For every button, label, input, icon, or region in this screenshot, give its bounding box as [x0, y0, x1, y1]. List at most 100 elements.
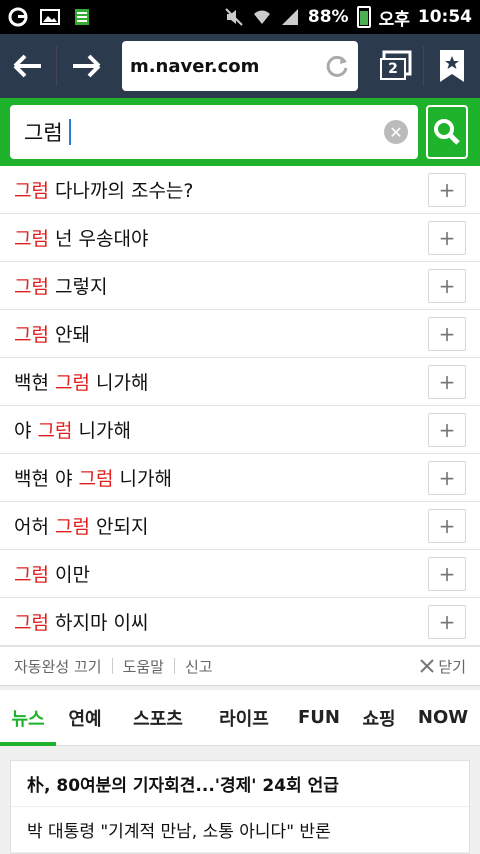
signal-icon: [281, 9, 298, 25]
suggestion-highlight: 그럼: [78, 468, 114, 490]
battery-icon: [356, 6, 371, 28]
append-suggestion-button[interactable]: +: [428, 460, 466, 495]
suggestion-highlight: 그럼: [14, 228, 49, 250]
suggestion-text-part: 니가해: [113, 468, 172, 490]
suggestion-item[interactable]: 백현 야 그럼 니가해 +: [0, 454, 480, 502]
wifi-icon: [253, 10, 270, 24]
autocomplete-off-link[interactable]: 자동완성 끄기: [14, 656, 102, 677]
news-list: 朴, 80여분의 기자회견...'경제' 24회 언급 박 대통령 "기계적 만남…: [10, 760, 470, 854]
append-suggestion-button[interactable]: +: [428, 508, 466, 543]
category-tab[interactable]: 뉴스: [0, 690, 56, 746]
report-link[interactable]: 신고: [185, 656, 213, 677]
suggestion-item[interactable]: 야 그럼 니가해 +: [0, 406, 480, 454]
suggestion-text: 백현 그럼 니가해: [14, 368, 428, 395]
back-arrow-icon: [13, 54, 42, 78]
suggestion-item[interactable]: 그럼 그렇지 +: [0, 262, 480, 310]
suggestion-highlight: 그럼: [55, 516, 90, 538]
suggestion-text: 그럼 이만: [14, 560, 428, 587]
search-button[interactable]: [426, 105, 468, 159]
append-suggestion-button[interactable]: +: [428, 364, 466, 399]
browser-toolbar: m.naver.com 2: [0, 34, 480, 98]
append-suggestion-button[interactable]: +: [428, 172, 466, 207]
append-suggestion-button[interactable]: +: [428, 268, 466, 303]
autocomplete-list: 그럼 다나까의 조수는? + 그럼 넌 우송대야 + 그럼 그렇지 + 그럼 안돼 + 백현 그…: [0, 166, 480, 646]
tab-count: 2: [380, 58, 407, 80]
clear-search-button[interactable]: ✕: [384, 120, 408, 144]
append-suggestion-button[interactable]: +: [428, 556, 466, 591]
suggestion-text-part: 백현: [14, 372, 55, 394]
suggestion-highlight: 그럼: [14, 276, 49, 298]
suggestion-text-part: 안되지: [89, 516, 149, 538]
clock-ampm: 오후: [378, 9, 410, 30]
back-button[interactable]: [0, 34, 56, 98]
close-autocomplete-button[interactable]: 닫기: [420, 656, 466, 677]
url-text: m.naver.com: [129, 55, 260, 77]
autocomplete-footer: 자동완성 끄기 도움말 신고 닫기: [0, 646, 480, 686]
help-link[interactable]: 도움말: [123, 656, 164, 677]
suggestion-text: 야 그럼 니가해: [14, 416, 428, 443]
news-headline[interactable]: 박 대통령 "기계적 만남, 소통 아니다" 반론: [11, 807, 469, 853]
search-input[interactable]: 그럼 ✕: [10, 105, 418, 159]
footer-divider: [111, 658, 113, 674]
suggestion-highlight: 그럼: [14, 324, 49, 346]
suggestion-highlight: 그럼: [14, 612, 49, 634]
suggestion-text-part: 넌 우송대야: [48, 228, 149, 250]
search-bar: 그럼 ✕: [0, 98, 480, 166]
sheet-notification-icon: [75, 9, 89, 25]
suggestion-item[interactable]: 그럼 안돼 +: [0, 310, 480, 358]
suggestion-text-part: 어허: [14, 516, 55, 538]
suggestion-text: 백현 야 그럼 니가해: [14, 464, 428, 491]
close-label: 닫기: [438, 657, 466, 676]
address-bar[interactable]: m.naver.com: [121, 41, 359, 91]
suggestion-highlight: 그럼: [37, 420, 73, 442]
suggestion-highlight: 그럼: [14, 180, 49, 202]
suggestion-text-part: 니가해: [89, 372, 149, 394]
category-tab[interactable]: 쇼핑: [352, 690, 406, 746]
suggestion-item[interactable]: 그럼 다나까의 조수는? +: [0, 166, 480, 214]
append-suggestion-button[interactable]: +: [428, 412, 466, 447]
suggestion-text-part: 야: [14, 420, 38, 442]
suggestion-text-part: 다나까의 조수는?: [48, 180, 194, 202]
suggestion-item[interactable]: 어허 그럼 안되지 +: [0, 502, 480, 550]
category-tab[interactable]: 스포츠: [114, 690, 202, 746]
search-icon: [434, 119, 460, 145]
close-icon: [420, 659, 435, 673]
forward-button[interactable]: [57, 34, 113, 98]
tabs-button[interactable]: 2: [366, 34, 422, 98]
bookmark-button[interactable]: [424, 34, 480, 98]
category-tabs: 뉴스 연예 스포츠 라이프 FUN 쇼핑 NOW: [0, 690, 480, 746]
suggestion-text: 그럼 하지마 이씨: [14, 608, 428, 635]
category-tab[interactable]: FUN: [286, 690, 352, 746]
append-suggestion-button[interactable]: +: [428, 220, 466, 255]
category-tab[interactable]: 라이프: [202, 690, 286, 746]
append-suggestion-button[interactable]: +: [428, 604, 466, 639]
news-headline[interactable]: 朴, 80여분의 기자회견...'경제' 24회 언급: [11, 761, 469, 807]
suggestion-text-part: 그렇지: [48, 276, 108, 298]
suggestion-text-part: 하지마 이씨: [48, 612, 149, 634]
forward-arrow-icon: [72, 54, 101, 78]
suggestion-text: 어허 그럼 안되지: [14, 512, 428, 539]
suggestion-item[interactable]: 그럼 하지마 이씨 +: [0, 598, 480, 646]
suggestion-item[interactable]: 백현 그럼 니가해 +: [0, 358, 480, 406]
suggestion-text: 그럼 그렇지: [14, 272, 428, 299]
category-tab[interactable]: NOW: [406, 690, 480, 746]
category-tab[interactable]: 연예: [56, 690, 114, 746]
bookmark-icon: [439, 50, 464, 82]
search-query: 그럼: [24, 121, 63, 145]
append-suggestion-button[interactable]: +: [428, 316, 466, 351]
text-caret: [68, 119, 71, 145]
suggestion-text-part: 이만: [48, 564, 90, 586]
status-bar: 88% 오후 10:54: [0, 0, 480, 34]
suggestion-text-part: 안돼: [48, 324, 90, 346]
suggestion-text-part: 백현 야: [14, 468, 79, 490]
suggestion-text: 그럼 넌 우송대야: [14, 224, 428, 251]
suggestion-text-part: 니가해: [72, 420, 131, 442]
image-notification-icon: [40, 9, 60, 25]
reload-icon[interactable]: [324, 53, 350, 79]
clock-time: 10:54: [417, 7, 472, 27]
suggestion-item[interactable]: 그럼 이만 +: [0, 550, 480, 598]
mute-icon: [225, 8, 243, 26]
suggestion-item[interactable]: 그럼 넌 우송대야 +: [0, 214, 480, 262]
battery-percent: 88%: [307, 7, 349, 27]
app-notification-icon: [8, 7, 28, 27]
